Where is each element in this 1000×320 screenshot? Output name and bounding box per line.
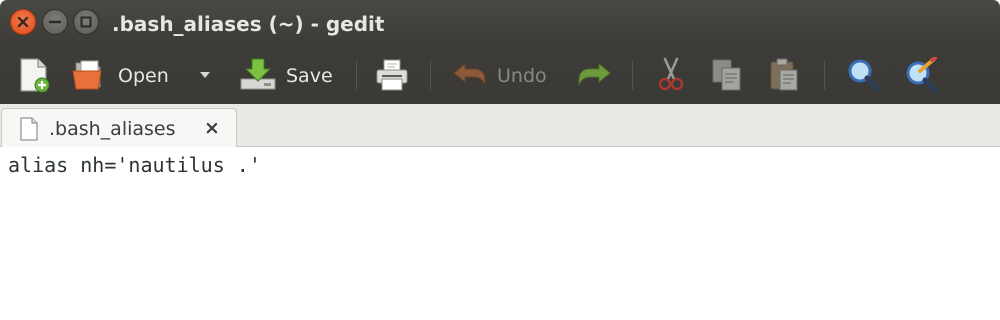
tab-bash-aliases[interactable]: .bash_aliases × xyxy=(1,108,237,148)
text-editor[interactable]: alias nh='nautilus .' xyxy=(0,147,1000,320)
paste-button[interactable] xyxy=(767,55,801,95)
paste-icon xyxy=(770,58,798,91)
tab-bar: .bash_aliases × xyxy=(0,104,1000,148)
dropdown-arrow-icon xyxy=(200,72,210,78)
save-label: Save xyxy=(286,65,333,87)
window-title: .bash_aliases (~) - gedit xyxy=(112,12,385,36)
toolbar-separator xyxy=(356,60,357,90)
new-document-icon xyxy=(20,58,50,93)
toolbar: Open Save Undo xyxy=(0,46,1000,104)
toolbar-separator xyxy=(430,60,431,90)
tab-label: .bash_aliases xyxy=(49,118,176,140)
redo-button[interactable] xyxy=(574,55,614,95)
tab-close-button[interactable]: × xyxy=(201,117,223,139)
cut-icon xyxy=(658,57,684,91)
close-window-button[interactable] xyxy=(10,9,36,35)
copy-icon xyxy=(712,59,741,91)
minimize-icon xyxy=(48,20,62,24)
open-folder-icon xyxy=(72,60,102,90)
print-button[interactable] xyxy=(374,55,412,95)
find-button[interactable] xyxy=(846,55,882,95)
editor-line[interactable]: alias nh='nautilus .' xyxy=(8,153,261,177)
undo-button[interactable]: Undo xyxy=(450,55,560,95)
print-icon xyxy=(376,59,408,91)
maximize-window-button[interactable] xyxy=(73,9,99,35)
close-icon xyxy=(17,16,29,28)
save-icon xyxy=(240,58,276,90)
gedit-window: .bash_aliases (~) - gedit Open Save Undo… xyxy=(0,0,1000,320)
open-button[interactable]: Open xyxy=(70,55,182,95)
text-document-icon xyxy=(20,117,38,141)
open-label: Open xyxy=(118,65,169,87)
toolbar-separator xyxy=(824,60,825,90)
save-button[interactable]: Save xyxy=(238,55,338,95)
redo-icon xyxy=(578,62,611,86)
undo-arrow-icon xyxy=(453,62,486,86)
cut-button[interactable] xyxy=(654,55,688,95)
open-recent-dropdown[interactable] xyxy=(196,55,214,95)
find-icon xyxy=(848,59,881,92)
undo-label: Undo xyxy=(497,65,547,87)
maximize-icon xyxy=(80,16,92,28)
minimize-window-button[interactable] xyxy=(42,9,68,35)
copy-button[interactable] xyxy=(710,55,744,95)
find-replace-button[interactable] xyxy=(904,55,940,95)
title-bar: .bash_aliases (~) - gedit xyxy=(0,0,1000,46)
new-document-button[interactable] xyxy=(16,55,54,95)
find-replace-icon xyxy=(906,57,938,93)
toolbar-separator xyxy=(632,60,633,90)
